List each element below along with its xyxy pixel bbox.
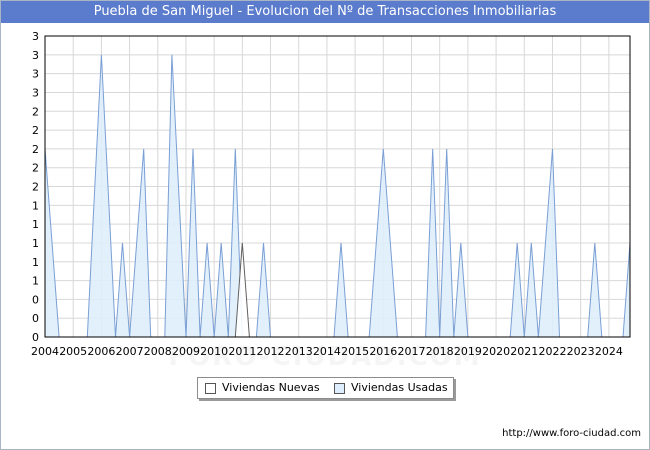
x-tick-label: 2007 [116,345,144,358]
y-tick-label: 0 [32,331,39,344]
legend-swatch-nuevas [205,383,216,394]
x-tick-label: 2008 [144,345,172,358]
x-tick-label: 2018 [426,345,454,358]
y-tick-label: 2 [32,105,39,118]
x-tick-label: 2004 [31,345,59,358]
y-tick-label: 2 [32,124,39,137]
y-tick-label: 0 [32,293,39,306]
y-tick-label: 2 [32,143,39,156]
y-tick-label: 0 [32,312,39,325]
source-link[interactable]: http://www.foro-ciudad.com [502,428,641,439]
x-tick-label: 2011 [228,345,256,358]
x-tick-label: 2017 [398,345,426,358]
y-tick-label: 3 [32,49,39,62]
y-tick-label: 1 [32,237,39,250]
y-tick-label: 1 [32,218,39,231]
y-tick-label: 2 [32,181,39,194]
x-tick-label: 2023 [567,345,595,358]
y-tick-label: 1 [32,275,39,288]
y-tick-label: 1 [32,256,39,269]
y-tick-label: 3 [32,86,39,99]
y-tick-label: 3 [32,30,39,43]
x-tick-label: 2019 [454,345,482,358]
x-tick-label: 2005 [59,345,87,358]
legend-label-nuevas: Viviendas Nuevas [222,381,320,394]
x-tick-label: 2009 [172,345,200,358]
x-tick-label: 2024 [595,345,623,358]
x-tick-label: 2014 [313,345,341,358]
y-tick-label: 1 [32,199,39,212]
x-tick-label: 2022 [538,345,566,358]
legend-label-usadas: Viviendas Usadas [351,381,448,394]
x-tick-label: 2006 [87,345,115,358]
x-tick-label: 2012 [257,345,285,358]
x-tick-label: 2021 [510,345,538,358]
x-tick-label: 2016 [369,345,397,358]
y-tick-label: 3 [32,68,39,81]
legend: Viviendas Nuevas Viviendas Usadas [197,377,454,399]
legend-swatch-usadas [334,383,345,394]
x-tick-label: 2013 [285,345,313,358]
x-tick-label: 2010 [200,345,228,358]
x-tick-label: 2020 [482,345,510,358]
x-tick-label: 2015 [341,345,369,358]
y-tick-label: 2 [32,162,39,175]
